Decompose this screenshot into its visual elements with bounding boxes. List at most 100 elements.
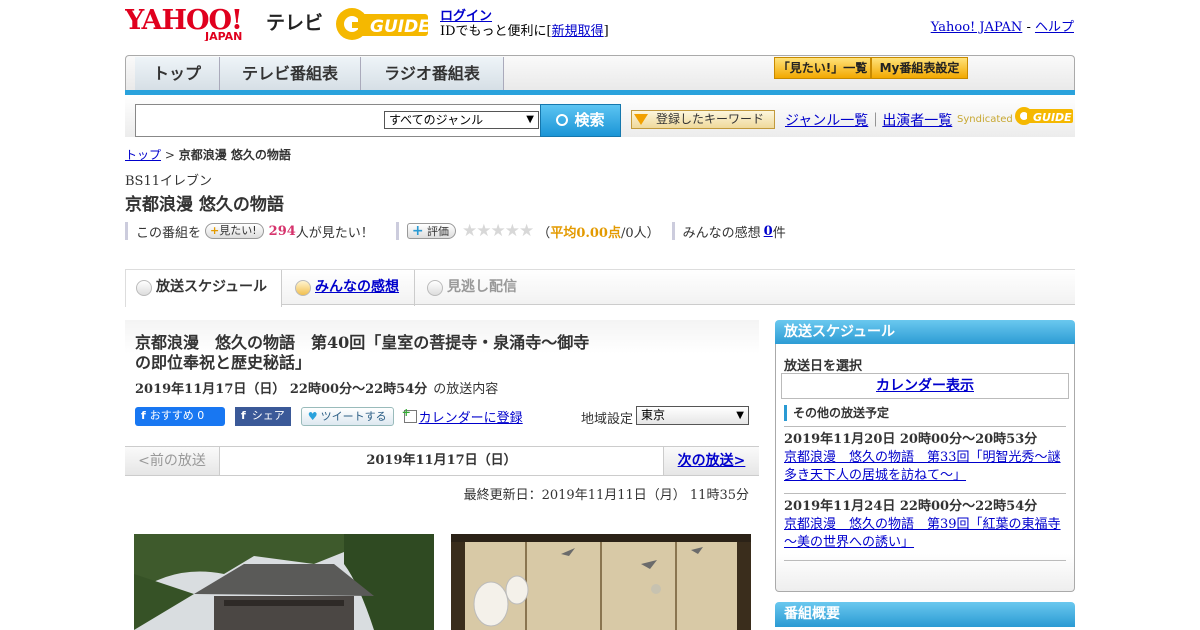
calendar-add-icon: + bbox=[402, 406, 417, 423]
id-promo-text: IDでもっと便利に[ bbox=[440, 24, 552, 39]
facebook-icon: f bbox=[141, 408, 146, 422]
genre-list-link[interactable]: ジャンル一覧 bbox=[785, 113, 868, 129]
facebook-share-button[interactable]: f シェア bbox=[235, 406, 291, 426]
tab-schedule[interactable]: 放送スケジュール bbox=[125, 270, 282, 307]
tab-schedule-label: 放送スケジュール bbox=[156, 279, 268, 295]
next-episode-link[interactable]: 次の放送> bbox=[678, 453, 746, 469]
tweet-button[interactable]: ♥ ツイートする bbox=[300, 406, 394, 426]
impressions-count-link[interactable]: 0 bbox=[764, 224, 773, 239]
rating-button[interactable]: + 評価 bbox=[406, 223, 457, 239]
station-name: BS11イレブン bbox=[125, 174, 213, 189]
link-separator: - bbox=[1022, 20, 1035, 35]
region-select-value: 東京 bbox=[641, 408, 666, 422]
pick-date-label: 放送日を選択 bbox=[784, 359, 863, 374]
registered-keyword-button[interactable]: 登録したキーワード bbox=[631, 110, 775, 129]
next-episode-cell: 次の放送> bbox=[663, 447, 759, 475]
plus-icon: + bbox=[210, 224, 220, 237]
episode-photo-temple bbox=[134, 534, 434, 630]
registered-keyword-label: 登録したキーワード bbox=[656, 112, 765, 126]
star-icon: ★ bbox=[476, 221, 491, 241]
calendar-display-button[interactable]: カレンダー表示 bbox=[781, 373, 1069, 399]
program-tabs: 放送スケジュール みんなの感想 見逃し配信 bbox=[125, 269, 1075, 307]
facebook-recommend-label: おすすめ 0 bbox=[149, 408, 205, 422]
play-icon bbox=[427, 280, 443, 296]
my-schedule-button[interactable]: My番組表設定 bbox=[871, 57, 968, 79]
play-icon bbox=[295, 280, 311, 296]
episode-photo-screen bbox=[451, 534, 751, 630]
gguide-logo: GUIDE bbox=[334, 6, 434, 42]
facebook-recommend-button[interactable]: f おすすめ 0 bbox=[135, 406, 225, 426]
twitter-bird-icon: ♥ bbox=[307, 409, 318, 423]
other-broadcast-date: 2019年11月24日 22時00分～22時54分 bbox=[784, 499, 1038, 514]
mitai-button[interactable]: +見たい! bbox=[205, 223, 264, 239]
search-icon bbox=[556, 114, 569, 126]
other-broadcast-link[interactable]: 京都浪漫 悠久の物語 第39回「紅葉の東福寺～美の世界への誘い」 bbox=[784, 517, 1061, 550]
breadcrumb-current: 京都浪漫 悠久の物語 bbox=[178, 148, 291, 162]
episode-datetime-value: 2019年11月17日（日） 22時00分～22時54分 bbox=[135, 382, 428, 397]
current-episode-date: 2019年11月17日（日） bbox=[366, 453, 517, 468]
tab-missed[interactable]: 見逃し配信 bbox=[417, 270, 547, 306]
performer-list-link[interactable]: 出演者一覧 bbox=[882, 113, 952, 129]
breadcrumb-separator: > bbox=[161, 148, 179, 162]
tab-reviews[interactable]: みんなの感想 bbox=[285, 270, 415, 306]
calendar-add-link[interactable]: カレンダーに登録 bbox=[419, 407, 523, 426]
star-icon: ★ bbox=[519, 221, 534, 241]
gguide-small-wordmark: GUIDE bbox=[1033, 111, 1072, 124]
impressions-label: みんなの感想 bbox=[682, 225, 761, 241]
tab-reviews-link[interactable]: みんなの感想 bbox=[315, 279, 399, 295]
program-stats: この番組を +見たい! 294 人が見たい！ + 評価 ★★★★★ （平均0.00… bbox=[125, 221, 786, 241]
tab-tv-schedule[interactable]: テレビ番組表 bbox=[220, 57, 361, 93]
search-button[interactable]: 検索 bbox=[540, 104, 621, 137]
search-button-label: 検索 bbox=[574, 111, 605, 129]
facebook-icon: f bbox=[241, 408, 246, 422]
list-item: 2019年11月24日 22時00分～22時54分 京都浪漫 悠久の物語 第39… bbox=[784, 493, 1066, 552]
yahoo-japan-link[interactable]: Yahoo! JAPAN bbox=[931, 20, 1023, 35]
episode-title: 京都浪漫 悠久の物語 第40回「皇室の菩提寺・泉涌寺～御寺の即位奉祝と歴史秘話」 bbox=[135, 333, 590, 372]
chevron-down-icon bbox=[136, 280, 152, 296]
rating-open: （ bbox=[537, 225, 551, 241]
tab-missed-label: 見逃し配信 bbox=[447, 279, 517, 295]
genre-select[interactable]: すべてのジャンル ▼ bbox=[384, 111, 539, 129]
genre-select-value: すべてのジャンル bbox=[389, 113, 484, 127]
other-broadcast-date: 2019年11月20日 20時00分～20時53分 bbox=[784, 432, 1038, 447]
star-icon: ★ bbox=[504, 221, 520, 241]
tab-top[interactable]: トップ bbox=[135, 57, 220, 93]
plus-icon: + bbox=[411, 223, 424, 239]
other-broadcasts-header: その他の放送予定 bbox=[784, 405, 889, 421]
tab-radio-schedule[interactable]: ラジオ番組表 bbox=[361, 57, 504, 93]
other-broadcast-link[interactable]: 京都浪漫 悠久の物語 第33回「明智光秀～謎多き天下人の居城を訪ねて～」 bbox=[784, 450, 1061, 483]
calendar-display-link[interactable]: カレンダー表示 bbox=[876, 378, 974, 394]
tv-logo-text: テレビ bbox=[266, 12, 324, 34]
link-divider: ｜ bbox=[868, 113, 883, 129]
register-link[interactable]: 新規取得 bbox=[552, 24, 604, 39]
last-updated: 最終更新日：2019年11月11日（月） 11時35分 bbox=[463, 488, 749, 503]
yahoo-japan-logo[interactable]: YAHOO! JAPAN bbox=[124, 5, 265, 43]
divider bbox=[395, 222, 399, 240]
star-icon: ★ bbox=[462, 221, 477, 241]
dropdown-arrow-icon: ▼ bbox=[736, 410, 744, 421]
rating-stars: ★★★★★ bbox=[462, 221, 534, 241]
japan-wordmark: JAPAN bbox=[204, 30, 242, 41]
divider bbox=[671, 222, 675, 240]
social-bar: f おすすめ 0 f シェア ♥ ツイートする + カレンダーに登録 bbox=[135, 406, 523, 426]
id-promo-close: ] bbox=[603, 24, 609, 39]
syndicated-gguide-logo: Syndicated GUIDE bbox=[957, 106, 1075, 130]
mitai-list-button[interactable]: 「見たい!」一覧 bbox=[774, 57, 871, 79]
tweet-label: ツイートする bbox=[320, 409, 387, 423]
genre-links: ジャンル一覧｜出演者一覧 bbox=[785, 110, 952, 130]
region-select[interactable]: 東京 ▼ bbox=[636, 406, 749, 425]
sidebar-schedule-header: 放送スケジュール bbox=[775, 320, 1075, 345]
impressions-suffix: 件 bbox=[772, 225, 786, 241]
rating-people: /0人） bbox=[620, 225, 660, 241]
breadcrumb-top-link[interactable]: トップ bbox=[125, 148, 161, 162]
rating-average: 平均0.00点 bbox=[550, 225, 621, 241]
mitai-button-label: 見たい! bbox=[219, 224, 257, 237]
mitai-suffix: 人が見たい！ bbox=[295, 225, 374, 241]
episode-datetime: 2019年11月17日（日） 22時00分～22時54分 の放送内容 bbox=[135, 378, 498, 397]
gguide-wordmark: GUIDE bbox=[370, 17, 430, 37]
divider bbox=[125, 222, 128, 240]
help-link[interactable]: ヘルプ bbox=[1035, 20, 1074, 35]
global-nav: トップ テレビ番組表 ラジオ番組表 「見たい!」一覧 My番組表設定 bbox=[125, 55, 1075, 93]
star-icon: ★ bbox=[490, 221, 506, 241]
dropdown-arrow-icon: ▼ bbox=[526, 114, 534, 125]
